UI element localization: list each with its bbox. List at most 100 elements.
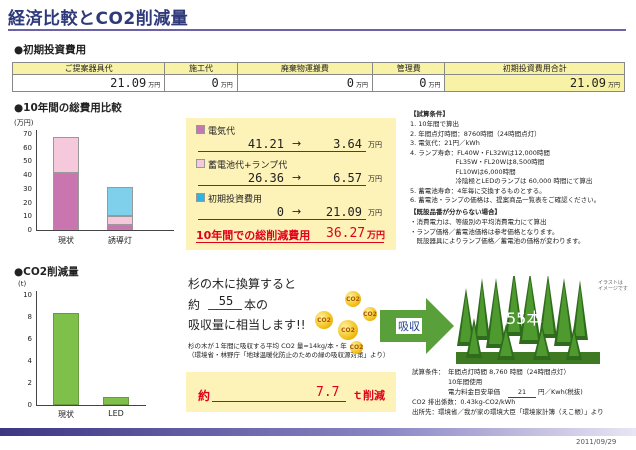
comparison-unit: 万円 [368,175,382,183]
header-construction-cost: 施工代 [164,62,238,75]
header-initial-total: 初期投資費用合計 [444,62,625,75]
total-savings-value: 36.27 [326,226,366,241]
note-line: ・消費電力は、等級別の平均消費電力にて算出 [410,218,547,226]
value-fixture-cost: 21.09 万円 [11,74,166,92]
co2-coin-icon: CO2 [345,291,361,307]
illustration-note: イラストは イメージです [598,280,628,292]
comparison-unit: 万円 [368,209,382,217]
co2-conditions-line2: 10年間使用 [448,378,483,386]
total-savings-label: 10年間での総削減費用 [196,229,311,242]
value-management-cost: 0 万円 [372,74,446,92]
comparison-arrow: → [292,205,302,218]
condition-line: FL35W・FL20Wは8,500時間 [410,158,545,166]
cedar-prefix: 約 [188,298,201,312]
comparison-unit: 万円 [368,141,382,149]
co2-chart-y-tick: 4 [27,357,32,365]
cost-chart-x-label: 現状 [58,236,74,245]
comparison-underline [198,219,366,220]
cost-chart-y-axis [36,130,37,230]
co2-chart-x-label: LED [108,409,124,418]
comparison-before-value: 26.36 [247,171,284,185]
co2-coin-icon: CO2 [363,307,377,321]
cost-chart-y-tick: 20 [23,198,32,207]
reduction-prefix: 約 [198,389,211,403]
cost-chart-y-tick: 70 [23,130,32,138]
cost-chart-unit: (万円) [14,119,34,127]
co2-chart-y-tick: 10 [23,291,32,299]
co2-conditions-line4: CO2 排出係数：0.43kg-CO2/kWh [412,398,516,406]
co2-chart-y-axis [36,291,37,405]
co2-chart-y-tick: 2 [27,379,32,387]
absorb-arrow-label: 吸収 [396,318,422,334]
conditions-title: 【試算条件】 [410,110,449,118]
initial-cost-section-heading: ●初期投資費用 [14,42,86,57]
notes-title: 【既設品番が分からない場合】 [410,208,501,216]
cost-chart-section-heading: ●10年間の総費用比較 [14,100,122,115]
condition-line: 1. 10年間で算出 [410,120,460,128]
condition-line: 3. 電気代：21円／kWh [410,139,480,147]
value-waste-transport-cost: 0 万円 [236,74,374,92]
comparison-row-label: 蓄電池代+ランプ代 [208,161,288,171]
condition-line: 2. 年間点灯時間：8760時間（24時間点灯） [410,129,541,138]
value-initial-total: 21.09 万円 [444,74,625,92]
comparison-after-value: 21.09 [325,205,362,219]
cedar-count: 55 [218,294,234,308]
comparison-arrow: → [292,137,302,150]
legend-swatch [196,159,205,168]
cost-chart-x-label: 誘導灯 [108,236,132,245]
reduction-underline [212,401,346,402]
cost-chart-y-tick: 0 [27,226,32,234]
note-line: 既設器具によりランプ価格／蓄電池の価格が変わります。 [410,237,585,245]
co2-chart-y-tick: 6 [27,335,32,343]
comparison-underline [198,185,366,186]
title-divider [8,29,626,31]
cedar-suffix: 本の [244,298,269,312]
cost-chart-bar-segment [107,215,133,225]
co2-conditions-label: 試算条件： [412,368,445,376]
total-savings-unit: 万円 [367,231,386,241]
condition-line: 6. 蓄電池・ランプの価格は、提案商品一覧表をご確認ください。 [410,196,601,204]
condition-line: 4. ランプ寿命：FL40W・FL32Wは12,000時間 [410,148,550,157]
cost-chart-x-axis [36,230,174,231]
cedar-line1: 杉の木に換算すると [188,277,297,291]
comparison-arrow: → [292,171,302,184]
co2-chart-bar [53,312,79,405]
comparison-underline [198,151,366,152]
comparison-row-label: 電気代 [208,127,236,137]
cost-chart-bar-segment [107,187,133,216]
condition-line: FL10Wは6,000時間 [410,167,516,176]
cost-chart-y-tick: 60 [23,143,32,152]
cost-chart-bar-segment [53,137,79,174]
cost-chart-bar-segment [53,173,79,230]
co2-chart-x-label: 現状 [58,410,74,419]
cedar-count-underline [208,309,242,310]
co2-section-heading: ●CO2削減量 [14,264,79,279]
co2-chart-bar [103,397,129,405]
condition-line: 冷陰極とLEDのランプは 60,000 時間にて算出 [410,177,593,185]
legend-swatch [196,193,205,202]
co2-chart-y-tick: 0 [27,401,32,409]
condition-line: 5. 蓄電池寿命：4年毎に交換するものとする。 [410,186,546,195]
co2-section-label: ●CO2削減量 [14,266,79,278]
note-line: ・ランプ価格／蓄電池価格は参考価格となります。 [410,227,559,236]
header-management-cost: 管理費 [372,62,446,75]
co2-chart-x-axis [36,405,146,406]
cost-chart-y-tick: 30 [23,184,32,193]
co2-conditions-line3-pre: 電力料金目安単価 [448,388,500,396]
co2-conditions-line3-post: 円／Kwh(税抜) [538,388,583,396]
initial-cost-table: ご提案器具代 施工代 廃棄物運搬費 管理費 初期投資費用合計 21.09 万円 0… [11,62,625,92]
comparison-before-value: 0 [276,205,284,219]
initial-cost-section-label: ●初期投資費用 [14,44,87,56]
co2-conditions-line1: 年間点灯時間 8,760 時間（24時間点灯） [448,368,571,376]
comparison-row-label: 初期投資費用 [208,195,263,205]
co2-coin-icon: CO2 [350,341,363,354]
reduction-unit: ｔ削減 [352,389,385,402]
cost-chart-y-tick: 40 [23,171,32,180]
trees-count-label: 55本 [506,309,543,328]
comparison-after-value: 3.64 [333,137,362,151]
co2-conditions-line5: 出所先：環境省／我が家の環境大臣「環境家計簿（えこ帳）」より [412,408,604,416]
co2-coin-icon: CO2 [315,311,333,329]
footer-date: 2011/09/29 [576,438,617,446]
comparison-before-value: 41.21 [247,137,284,151]
legend-swatch [196,125,205,134]
